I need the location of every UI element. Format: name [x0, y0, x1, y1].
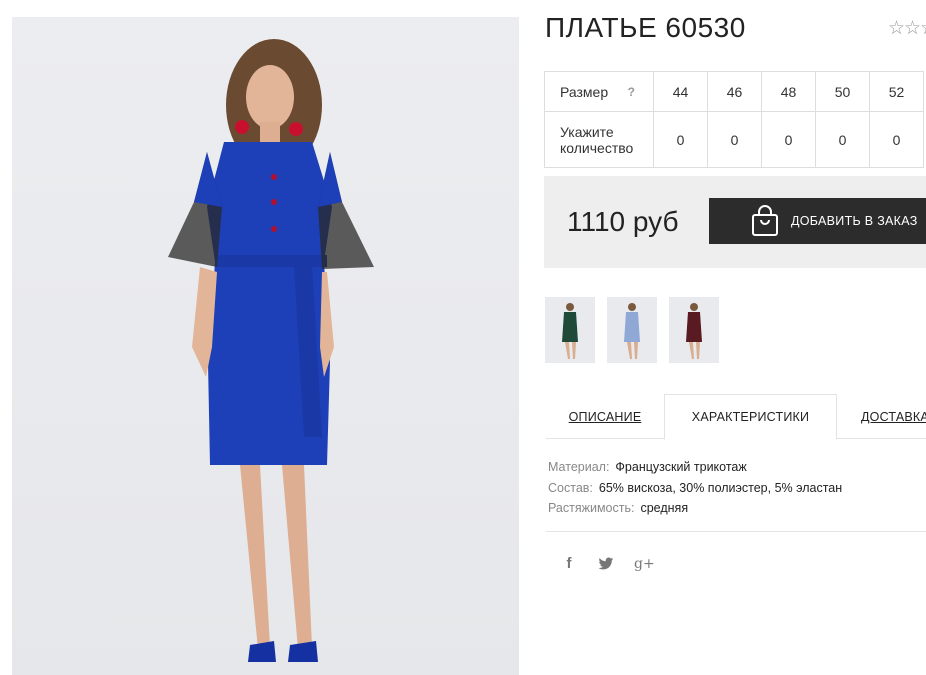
- thumbnail-light-blue[interactable]: [607, 297, 657, 363]
- spec-row-composition: Состав: 65% вискоза, 30% полиэстер, 5% эл…: [548, 478, 842, 499]
- rating-stars-icon[interactable]: ☆☆☆: [888, 17, 926, 40]
- product-photo[interactable]: [12, 17, 519, 675]
- thumbnail-burgundy-image: [686, 303, 702, 359]
- tab-characteristics[interactable]: ХАРАКТЕРИСТИКИ: [664, 394, 837, 440]
- social-share: f g+: [560, 555, 655, 572]
- quantity-input-50[interactable]: 0: [815, 111, 870, 168]
- spec-row-material: Материал: Французский трикотаж: [548, 457, 842, 478]
- spec-key: Состав:: [548, 480, 593, 495]
- googleplus-icon[interactable]: g+: [634, 556, 655, 572]
- color-thumbnails: [545, 297, 719, 363]
- facebook-icon[interactable]: f: [560, 555, 578, 572]
- spec-value: Французский трикотаж: [615, 460, 747, 474]
- size-48: 48: [761, 71, 816, 112]
- specs-list: Материал: Французский трикотаж Состав: 65%…: [548, 457, 842, 519]
- size-table: Размер ? 44 46 48 50 52 Укажите количест…: [544, 71, 924, 168]
- twitter-icon[interactable]: [598, 557, 614, 571]
- quantity-input-52[interactable]: 0: [869, 111, 924, 168]
- size-46: 46: [707, 71, 762, 112]
- tab-delivery[interactable]: ДОСТАВКА: [837, 394, 926, 439]
- thumbnail-light-blue-image: [624, 303, 640, 359]
- size-label-cell: Размер ?: [544, 71, 654, 112]
- tab-delivery-label: ДОСТАВКА: [861, 409, 926, 424]
- tab-description[interactable]: ОПИСАНИЕ: [546, 394, 664, 439]
- quantity-label: Укажите количество: [544, 111, 654, 168]
- spec-value: средняя: [640, 501, 689, 515]
- help-icon[interactable]: ?: [628, 84, 635, 100]
- thumbnail-burgundy[interactable]: [669, 297, 719, 363]
- quantity-input-44[interactable]: 0: [653, 111, 708, 168]
- quantity-row: Укажите количество 0 0 0 0 0: [544, 111, 924, 168]
- spec-key: Растяжимость:: [548, 501, 635, 515]
- product-tabs: ОПИСАНИЕ ХАРАКТЕРИСТИКИ ДОСТАВКА: [546, 394, 926, 440]
- size-44: 44: [653, 71, 708, 112]
- spec-key: Материал:: [548, 460, 610, 474]
- quantity-input-46[interactable]: 0: [707, 111, 762, 168]
- product-page: ПЛАТЬЕ 60530 ☆☆☆ Размер ? 44 46 48 50 52…: [0, 0, 926, 675]
- model-illustration: [168, 39, 374, 662]
- thumbnail-green[interactable]: [545, 297, 595, 363]
- add-to-order-button[interactable]: ДОБАВИТЬ В ЗАКАЗ: [709, 198, 926, 244]
- size-52: 52: [869, 71, 924, 112]
- add-to-order-label: ДОБАВИТЬ В ЗАКАЗ: [791, 214, 918, 228]
- price-bar: 1110 руб ДОБАВИТЬ В ЗАКАЗ: [544, 176, 926, 268]
- product-title: ПЛАТЬЕ 60530: [545, 12, 746, 43]
- tab-characteristics-label: ХАРАКТЕРИСТИКИ: [691, 410, 810, 424]
- thumbnail-green-image: [562, 303, 578, 359]
- spec-value: 65% вискоза, 30% полиэстер, 5% эластан: [598, 480, 843, 495]
- spec-row-stretch: Растяжимость: средняя: [548, 498, 842, 519]
- size-row: Размер ? 44 46 48 50 52: [544, 71, 924, 112]
- quantity-input-48[interactable]: 0: [761, 111, 816, 168]
- shopping-bag-icon: [752, 205, 778, 236]
- tab-description-label: ОПИСАНИЕ: [568, 409, 642, 424]
- price: 1110 руб: [567, 206, 679, 237]
- size-50: 50: [815, 71, 870, 112]
- size-label: Размер: [560, 83, 609, 100]
- divider: [546, 531, 926, 532]
